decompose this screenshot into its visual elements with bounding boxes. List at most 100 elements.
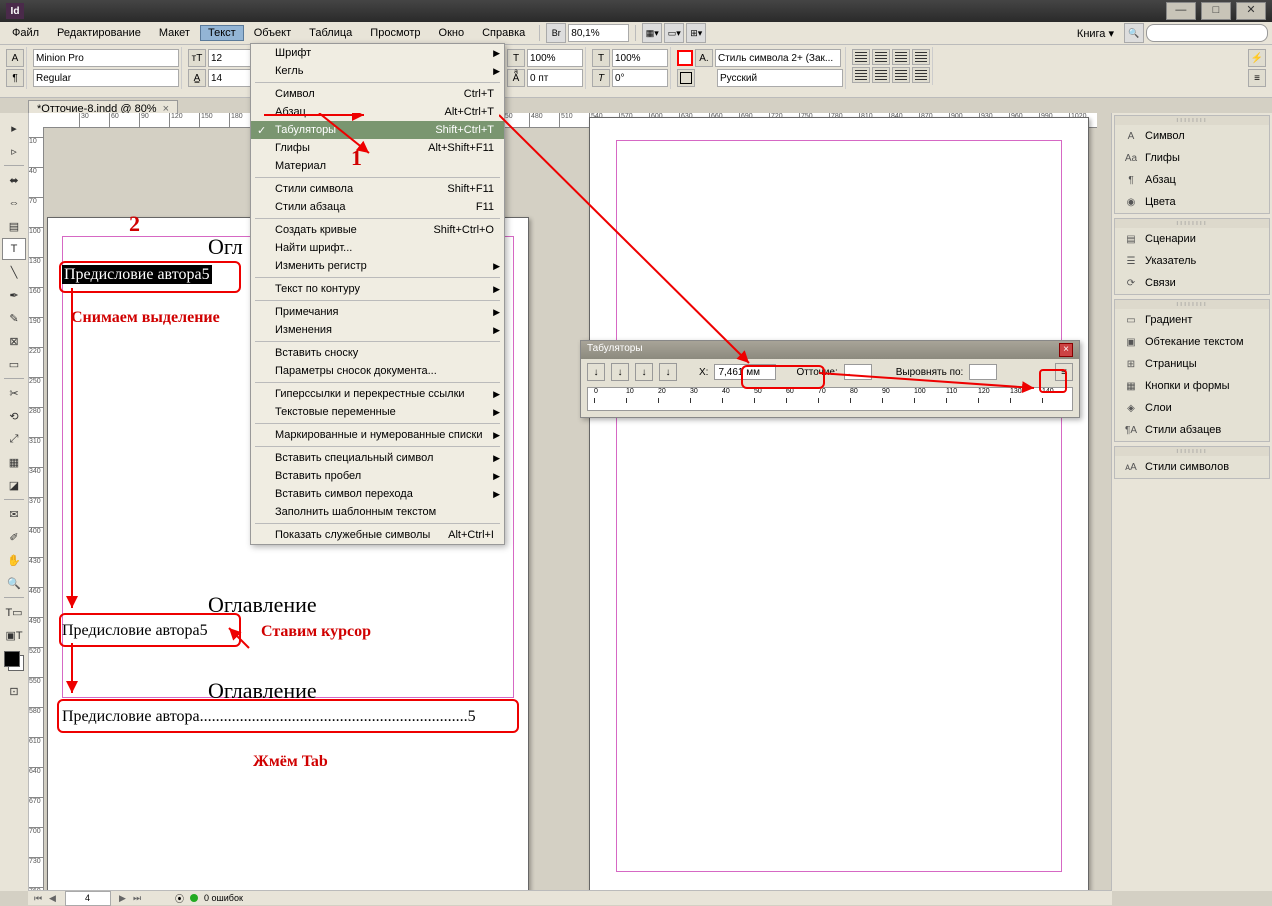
menu-item[interactable]: Гиперссылки и перекрестные ссылки▶ (251, 385, 504, 403)
menu-item[interactable]: Показать служебные символыAlt+Ctrl+I (251, 526, 504, 544)
menu-item[interactable]: Стили символаShift+F11 (251, 180, 504, 198)
menu-item[interactable]: Материал (251, 157, 504, 175)
align-justify-right-button[interactable] (892, 67, 910, 83)
menu-view[interactable]: Просмотр (362, 25, 428, 41)
menu-item[interactable]: Вставить символ перехода▶ (251, 485, 504, 503)
toc-line-cursor[interactable]: Предисловие автора5 (62, 622, 208, 640)
direct-selection-tool[interactable]: ▹ (2, 140, 26, 162)
page-last-button[interactable]: ⏭ (131, 893, 143, 904)
content-collector-tool[interactable]: ▤ (2, 215, 26, 237)
menu-item[interactable]: Маркированные и нумерованные списки▶ (251, 426, 504, 444)
menu-item[interactable]: Вставить специальный символ▶ (251, 449, 504, 467)
menu-item[interactable]: Создать кривыеShift+Ctrl+O (251, 221, 504, 239)
canvas-area[interactable]: 3060901201501802102402703003303603904204… (29, 113, 1111, 891)
panel-Абзац[interactable]: ¶Абзац (1115, 169, 1269, 191)
menu-item[interactable]: Вставить сноску (251, 344, 504, 362)
line-tool[interactable]: ╲ (2, 261, 26, 283)
menu-item[interactable]: Кегль▶ (251, 62, 504, 80)
panel-Символ[interactable]: AСимвол (1115, 125, 1269, 147)
arrange-icon[interactable]: ⊞▾ (686, 23, 706, 43)
screen-mode-button[interactable]: ⊡ (2, 680, 26, 702)
lang-input[interactable] (717, 69, 843, 87)
preflight-icon[interactable]: ⦿ (175, 892, 184, 905)
panel-Градиент[interactable]: ▭Градиент (1115, 309, 1269, 331)
search-input[interactable] (1146, 24, 1268, 42)
preflight-errors-label[interactable]: 0 ошибок (204, 893, 243, 903)
menu-item[interactable]: Изменить регистр▶ (251, 257, 504, 275)
panel-Слои[interactable]: ◈Слои (1115, 397, 1269, 419)
tab-align-decimal-button[interactable]: ↓ (659, 363, 677, 381)
hscale-input[interactable] (612, 49, 668, 67)
pen-tool[interactable]: ✒ (2, 284, 26, 306)
toc-line-leader[interactable]: Предисловие автора......................… (62, 708, 476, 726)
baseline-input[interactable] (527, 69, 583, 87)
tabs-x-input[interactable] (714, 364, 776, 380)
stroke-icon[interactable] (677, 69, 695, 87)
pencil-tool[interactable]: ✎ (2, 307, 26, 329)
eyedropper-tool[interactable]: ✐ (2, 526, 26, 548)
skew-input[interactable] (612, 69, 668, 87)
transform-tool[interactable]: ⟲ (2, 405, 26, 427)
panel-Стили абзацев[interactable]: ¶AСтили абзацев (1115, 419, 1269, 441)
menu-item[interactable]: Параметры сносок документа... (251, 362, 504, 380)
menu-item[interactable]: Стили абзацаF11 (251, 198, 504, 216)
menu-item[interactable]: Примечания▶ (251, 303, 504, 321)
frame-tool[interactable]: ⊠ (2, 330, 26, 352)
workspace-switcher[interactable]: Книга ▾ (1069, 25, 1122, 42)
toc-line-selected[interactable]: Предисловие автора5 (62, 266, 212, 284)
view-mode-button[interactable]: ▣T (2, 624, 26, 646)
menu-layout[interactable]: Макет (151, 25, 198, 41)
align-right-button[interactable] (892, 49, 910, 65)
type-tool[interactable]: T (2, 238, 26, 260)
close-button[interactable]: ✕ (1236, 2, 1266, 20)
panel-Страницы[interactable]: ⊞Страницы (1115, 353, 1269, 375)
font-family-input[interactable] (33, 49, 179, 67)
view-options-icon[interactable]: ▦▾ (642, 23, 662, 43)
format-affects-button[interactable]: T▭ (2, 601, 26, 623)
align-toward-spine-button[interactable] (912, 67, 930, 83)
panel-Сценарии[interactable]: ▤Сценарии (1115, 228, 1269, 250)
align-left-button[interactable] (852, 49, 870, 65)
menu-item[interactable]: Текст по контуру▶ (251, 280, 504, 298)
menu-file[interactable]: Файл (4, 25, 47, 41)
panel-Стили символов[interactable]: ᴀAСтили символов (1115, 456, 1269, 478)
gradient-tool[interactable]: ▦ (2, 451, 26, 473)
gap-tool[interactable]: ⇔ (2, 192, 26, 214)
page-next-button[interactable]: ▶ (117, 893, 129, 904)
page-number-input[interactable] (65, 891, 111, 906)
selection-tool[interactable]: ▸ (2, 117, 26, 139)
para-format-icon[interactable]: ¶ (6, 69, 24, 87)
rectangle-tool[interactable]: ▭ (2, 353, 26, 375)
menu-item[interactable]: ГлифыAlt+Shift+F11 (251, 139, 504, 157)
char-format-icon[interactable]: A (6, 49, 24, 67)
align-center-button[interactable] (872, 49, 890, 65)
align-justify-center-button[interactable] (872, 67, 890, 83)
menu-item[interactable]: Изменения▶ (251, 321, 504, 339)
panel-Глифы[interactable]: AaГлифы (1115, 147, 1269, 169)
menu-text[interactable]: Текст (200, 25, 244, 41)
align-justify-left-button[interactable] (852, 67, 870, 83)
menu-item[interactable]: Текстовые переменные▶ (251, 403, 504, 421)
panel-Указатель[interactable]: ☰Указатель (1115, 250, 1269, 272)
page-tool[interactable]: ⬌ (2, 169, 26, 191)
page-right[interactable] (589, 117, 1089, 891)
panel-Кнопки и формы[interactable]: ▦Кнопки и формы (1115, 375, 1269, 397)
menu-object[interactable]: Объект (246, 25, 299, 41)
swatch-tool[interactable] (4, 651, 24, 671)
minimize-button[interactable]: — (1166, 2, 1196, 20)
menu-item[interactable]: ✓ТабуляторыShift+Ctrl+T (251, 121, 504, 139)
menu-window[interactable]: Окно (431, 25, 473, 41)
char-style-input[interactable] (715, 49, 841, 67)
menu-edit[interactable]: Редактирование (49, 25, 149, 41)
tab-align-right-button[interactable]: ↓ (635, 363, 653, 381)
tab-align-center-button[interactable]: ↓ (611, 363, 629, 381)
menu-item[interactable]: АбзацAlt+Ctrl+T (251, 103, 504, 121)
panel-menu-icon[interactable]: ≡ (1248, 69, 1266, 87)
tabs-panel-ruler[interactable]: 0102030405060708090100110120130140 (587, 387, 1073, 411)
tabs-leader-input[interactable] (844, 364, 872, 380)
tabs-panel-close-icon[interactable]: × (1059, 343, 1073, 357)
menu-table[interactable]: Таблица (301, 25, 360, 41)
zoom-combo[interactable] (568, 24, 629, 42)
vscale-input[interactable] (527, 49, 583, 67)
page-first-button[interactable]: ⏮ (32, 893, 44, 904)
